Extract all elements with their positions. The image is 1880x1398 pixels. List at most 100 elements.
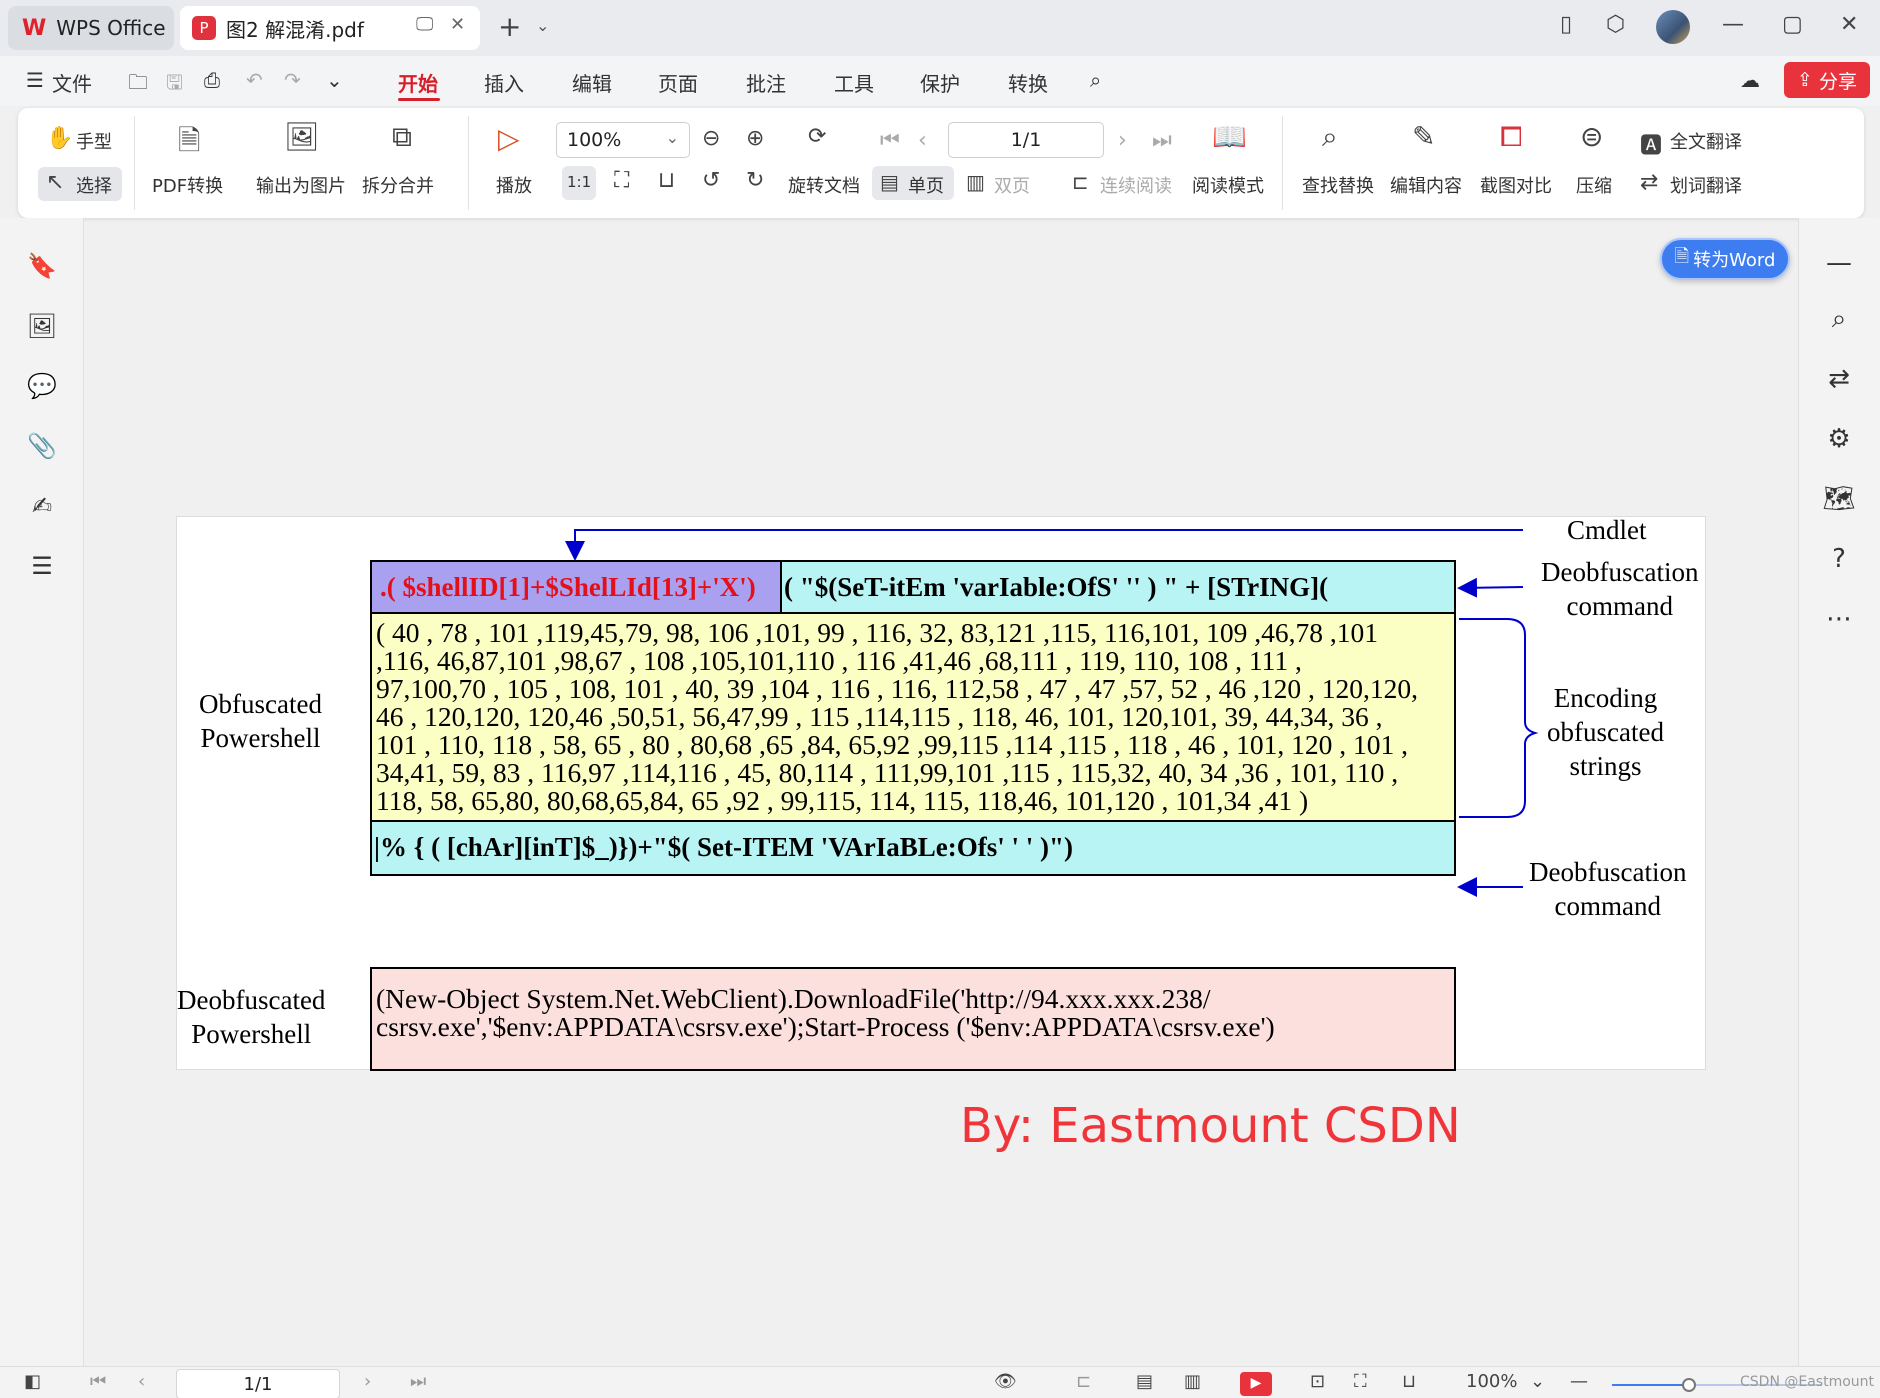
zoom-in-icon[interactable]: ⊕ xyxy=(746,126,764,151)
translate-icon: 🅰 xyxy=(1640,134,1663,159)
fit-width-icon[interactable]: ⊔ xyxy=(1402,1371,1416,1392)
sidebar-toggle-icon[interactable]: ◧ xyxy=(24,1371,41,1392)
layout-icon[interactable]: ▯ xyxy=(1560,12,1572,37)
rotate-doc-button[interactable]: 旋转文档 xyxy=(788,172,860,198)
more-icon[interactable]: ⋯ xyxy=(1821,604,1857,640)
convert-to-word-button[interactable]: 🗎 转为Word xyxy=(1660,238,1790,280)
zoom-select[interactable]: 100% ⌄ xyxy=(556,122,690,158)
first-page-icon[interactable]: ⏮ xyxy=(880,128,900,153)
find-replace-button[interactable]: 查找替换 xyxy=(1302,172,1374,198)
page-number-input[interactable]: 1/1 xyxy=(948,122,1104,158)
minimize-icon[interactable]: — xyxy=(1722,12,1744,37)
search-icon[interactable]: ⌕ xyxy=(1090,68,1101,92)
tab-start[interactable]: 开始 xyxy=(398,68,438,97)
word-translate-button[interactable]: 划词翻译 xyxy=(1670,172,1742,198)
split-merge-button[interactable]: 拆分合并 xyxy=(362,172,434,198)
fit-page-icon[interactable]: ⛶ xyxy=(614,168,629,193)
pdf-convert-button[interactable]: PDF转换 xyxy=(152,172,223,198)
tab-insert[interactable]: 插入 xyxy=(484,68,524,97)
map-search-icon[interactable]: 🗺 xyxy=(1821,484,1857,520)
cube-icon[interactable]: ⬡ xyxy=(1606,12,1625,37)
fit-page-icon[interactable]: ⛶ xyxy=(1354,1371,1367,1392)
export-image-button[interactable]: 输出为图片 xyxy=(256,172,346,198)
tab-protect[interactable]: 保护 xyxy=(920,68,960,97)
fit-width-icon[interactable]: ⊔ xyxy=(658,168,675,193)
rotate-right-icon[interactable]: ↻ xyxy=(746,168,764,193)
menu-file[interactable]: 文件 xyxy=(52,68,92,97)
next-page-icon[interactable]: › xyxy=(364,1371,371,1392)
settings-sliders-icon[interactable]: ⚙ xyxy=(1821,424,1857,460)
divider xyxy=(134,116,135,210)
hand-tool-button[interactable]: 手型 xyxy=(76,128,112,154)
comment-icon[interactable]: 💬 xyxy=(26,372,58,404)
screenshot-compare-button[interactable]: 截图对比 xyxy=(1480,172,1552,198)
status-page-input[interactable]: 1/1 xyxy=(176,1369,340,1398)
close-window-icon[interactable]: ✕ xyxy=(1840,12,1858,37)
monitor-icon[interactable]: 🖵 xyxy=(416,14,433,35)
tab-tools[interactable]: 工具 xyxy=(834,68,874,97)
full-translate-button[interactable]: 全文翻译 xyxy=(1670,128,1742,154)
eye-icon[interactable]: 👁 xyxy=(994,1371,1017,1392)
prev-page-icon[interactable]: ‹ xyxy=(138,1371,145,1392)
prev-page-icon[interactable]: ‹ xyxy=(918,128,927,153)
chevron-down-icon[interactable]: ⌄ xyxy=(1530,1371,1545,1392)
help-icon[interactable]: ? xyxy=(1821,544,1857,580)
continuous-icon[interactable]: ⊏ xyxy=(1076,1371,1091,1392)
tab-document[interactable]: P 图2 解混淆.pdf xyxy=(180,6,480,50)
zoom-slider-handle[interactable] xyxy=(1682,1378,1696,1392)
actual-size-icon[interactable]: ⊡ xyxy=(1310,1371,1325,1392)
layers-icon[interactable]: ☰ xyxy=(26,552,58,584)
cloud-icon[interactable]: ☁ xyxy=(1740,68,1760,92)
cursor-icon: ↖ xyxy=(46,170,65,195)
status-bar: ◧ ⏮ ‹ 1/1 › ⏭ 👁 ⊏ ▤ ▥ ⊡ ⛶ ⊔ 100% ⌄ — xyxy=(0,1366,1880,1398)
encoded-line: 118, 58, 65,80, 80,68,65,84, 65 ,92 , 99… xyxy=(376,785,1309,816)
tab-annotate[interactable]: 批注 xyxy=(746,68,786,97)
translate-icon[interactable]: ⇄ xyxy=(1821,364,1857,400)
rotate-left-icon[interactable]: ↺ xyxy=(702,168,720,193)
avatar[interactable] xyxy=(1656,10,1690,44)
new-tab-button[interactable]: + xyxy=(498,10,521,43)
edit-content-button[interactable]: 编辑内容 xyxy=(1390,172,1462,198)
undo-icon[interactable]: ↶ xyxy=(246,68,263,92)
redo-icon[interactable]: ↷ xyxy=(284,68,301,92)
continuous-read-button[interactable]: 连续阅读 xyxy=(1100,172,1172,198)
play-slideshow-button[interactable]: ▶ xyxy=(1240,1372,1272,1396)
tab-page[interactable]: 页面 xyxy=(658,68,698,97)
thumbnail-icon[interactable]: 🖼 xyxy=(26,312,58,344)
zoom-out-icon[interactable]: ⊖ xyxy=(702,126,720,151)
status-zoom-value[interactable]: 100% xyxy=(1466,1371,1517,1392)
active-tab-indicator xyxy=(398,98,440,101)
menu-icon[interactable]: ☰ xyxy=(26,68,44,92)
more-chevron-icon[interactable]: ⌄ xyxy=(326,68,343,92)
bookmark-icon[interactable]: 🔖 xyxy=(26,252,58,284)
first-page-icon[interactable]: ⏮ xyxy=(90,1371,106,1392)
pdf-page: Cmdlet Deobfuscation command Encoding obfu… xyxy=(176,515,1706,1071)
last-page-icon[interactable]: ⏭ xyxy=(1152,128,1172,153)
tab-edit[interactable]: 编辑 xyxy=(572,68,612,97)
compress-button[interactable]: 压缩 xyxy=(1576,172,1612,198)
next-page-icon[interactable]: › xyxy=(1118,128,1127,153)
chevron-down-icon[interactable]: ⌄ xyxy=(536,16,549,35)
reading-mode-button[interactable]: 阅读模式 xyxy=(1192,172,1264,198)
zoom-out-icon[interactable]: — xyxy=(1570,1371,1588,1392)
close-tab-icon[interactable]: ✕ xyxy=(450,14,465,35)
signature-icon[interactable]: ✍ xyxy=(26,492,58,524)
open-folder-icon[interactable]: 🗀 xyxy=(128,68,148,102)
play-button[interactable]: 播放 xyxy=(496,172,532,198)
share-button[interactable]: ⇪ 分享 xyxy=(1784,62,1870,98)
maximize-icon[interactable]: ▢ xyxy=(1782,12,1803,37)
double-page-icon[interactable]: ▥ xyxy=(1184,1371,1201,1392)
last-page-icon[interactable]: ⏭ xyxy=(410,1371,426,1392)
collapse-icon[interactable]: — xyxy=(1821,248,1857,284)
attachment-icon[interactable]: 📎 xyxy=(26,432,58,464)
save-icon[interactable]: 🖫 xyxy=(166,68,183,102)
tab-wps-office[interactable]: W WPS Office xyxy=(8,6,174,50)
tab-convert[interactable]: 转换 xyxy=(1008,68,1048,97)
book-icon: 📖 xyxy=(1212,120,1247,153)
single-page-icon[interactable]: ▤ xyxy=(1136,1371,1153,1392)
print-icon[interactable]: ⎙ xyxy=(204,68,220,92)
double-page-button[interactable]: 双页 xyxy=(994,172,1030,198)
search-icon[interactable]: ⌕ xyxy=(1821,304,1857,340)
edit-content-icon: ✎ xyxy=(1412,120,1436,153)
cmdlet-text: .( $shellID[1]+$ShelLId[13]+'X') xyxy=(380,572,756,602)
